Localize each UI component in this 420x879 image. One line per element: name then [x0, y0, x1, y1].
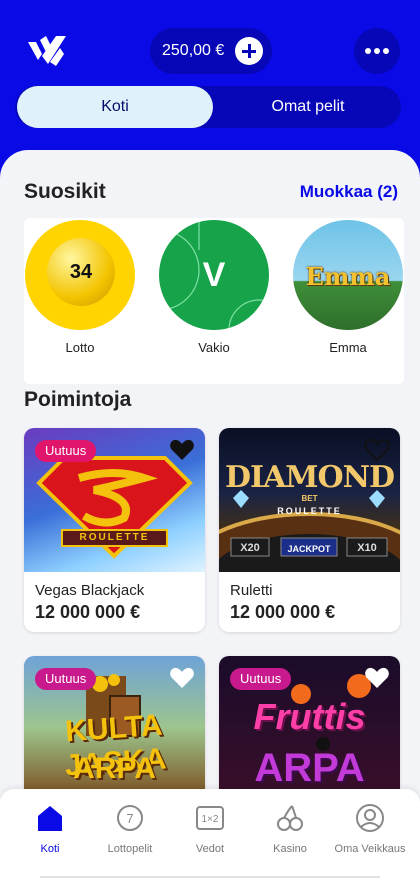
nav-item-kasino[interactable]: Kasino [248, 803, 332, 855]
more-menu-button[interactable] [354, 28, 400, 74]
thumbnail-subtitle: BET [301, 494, 318, 503]
nav-item-lottopelit[interactable]: 7 Lottopelit [88, 803, 172, 855]
multiplier-label: X10 [357, 542, 377, 554]
more-dots-icon [365, 48, 371, 54]
new-badge: Uutuus [35, 440, 97, 462]
heart-outline-icon[interactable] [364, 438, 390, 462]
game-card-fruttis[interactable]: Fruttis ARPA Uutuus [219, 656, 400, 806]
game-name: Vegas Blackjack [35, 582, 145, 599]
nav-label: Kasino [273, 843, 307, 855]
tab-omat-pelit[interactable]: Omat pelit [215, 86, 401, 128]
thumbnail-title: Fruttis [253, 696, 366, 737]
svg-text:7: 7 [126, 811, 133, 826]
lotto-ball-icon: 7 [117, 805, 143, 831]
heart-outline-icon[interactable] [364, 666, 390, 690]
user-icon [356, 804, 384, 832]
edit-favorites-link[interactable]: Muokkaa (2) [300, 182, 398, 202]
game-name: Ruletti [230, 582, 273, 599]
game-thumbnail: DIAMOND BET ROULETTE X20 JACKPOT X10 [219, 428, 400, 572]
game-prize: 12 000 000 € [230, 602, 336, 622]
new-badge: Uutuus [35, 668, 97, 690]
thumbnail-title: ROULETTE [79, 532, 150, 543]
favorite-emma[interactable]: Emma Emma [292, 220, 404, 355]
thumbnail-title: DIAMOND [224, 460, 395, 495]
favorite-label: Vakio [198, 340, 230, 355]
game-thumbnail: Fruttis ARPA Uutuus [219, 656, 400, 800]
thumbnail-subtitle: ROULETTE [277, 506, 342, 516]
nav-item-koti[interactable]: Koti [8, 803, 92, 855]
vakio-logo: V [159, 220, 269, 330]
cherries-icon [277, 805, 303, 831]
picks-title: Poimintoja [24, 388, 132, 411]
favorites-title: Suosikit [24, 180, 106, 203]
game-thumbnail: ROULETTE Uutuus [24, 428, 205, 572]
emma-logo: Emma [293, 220, 403, 330]
nav-label: Oma Veikkaus [334, 843, 406, 855]
favorite-label: Emma [329, 340, 367, 355]
game-prize: 12 000 000 € [35, 602, 141, 622]
veikkaus-logo-icon[interactable] [26, 34, 70, 68]
nav-label: Vedot [195, 843, 225, 855]
nav-item-oma-veikkaus[interactable]: Oma Veikkaus [328, 803, 412, 855]
favorite-lotto[interactable]: 34 Lotto [24, 220, 136, 355]
balance-amount: 250,00 € [162, 42, 225, 59]
bottom-navigation: Koti 7 Lottopelit 1×2 Vedot Kasino Oma V… [0, 789, 420, 879]
game-thumbnail: KULTA JASKA ARPA Uutuus [24, 656, 205, 800]
jackpot-label: JACKPOT [287, 544, 331, 554]
thumbnail-subtitle: ARPA [254, 746, 365, 790]
svg-text:1×2: 1×2 [202, 814, 219, 825]
tab-koti[interactable]: Koti [17, 86, 213, 128]
favorite-vakio[interactable]: V Vakio [158, 220, 270, 355]
home-indicator [40, 876, 380, 878]
game-card-ruletti[interactable]: DIAMOND BET ROULETTE X20 JACKPOT X10 Rul… [219, 428, 400, 632]
new-badge: Uutuus [230, 668, 292, 690]
nav-label: Lottopelit [107, 843, 153, 855]
nav-item-vedot[interactable]: 1×2 Vedot [168, 803, 252, 855]
balance-button[interactable]: 250,00 € [150, 28, 272, 74]
favorite-label: Lotto [65, 340, 95, 355]
thumbnail-subtitle: ARPA [73, 752, 156, 785]
home-icon [38, 806, 62, 831]
lotto-logo: 34 [25, 220, 135, 330]
vakio-letter: V [202, 255, 226, 294]
home-tabs: Koti Omat pelit [15, 86, 401, 128]
betting-slip-icon: 1×2 [196, 806, 224, 830]
lotto-ball-art: 34 [47, 238, 115, 306]
emma-logo-text: Emma [305, 262, 391, 291]
game-card-vegas-blackjack[interactable]: ROULETTE Uutuus Vegas Blackjack 12 000 0… [24, 428, 205, 632]
favorites-panel: 34 Lotto V Vakio Emma Emma [24, 218, 404, 384]
multiplier-label: X20 [240, 542, 260, 554]
heart-filled-icon[interactable] [169, 438, 195, 462]
game-card-kulta-jaska[interactable]: KULTA JASKA ARPA Uutuus [24, 656, 205, 806]
nav-label: Koti [40, 843, 60, 855]
heart-outline-icon[interactable] [169, 666, 195, 690]
plus-icon[interactable] [235, 37, 263, 65]
